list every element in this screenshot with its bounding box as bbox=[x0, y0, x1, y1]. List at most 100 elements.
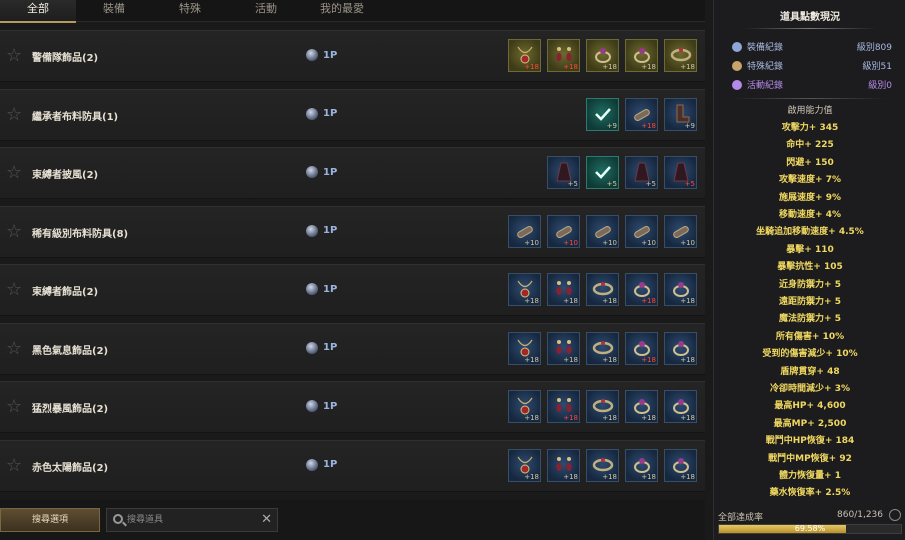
record-name: 特殊紀錄 bbox=[747, 62, 784, 72]
item-slot-ring[interactable]: +18 bbox=[625, 448, 658, 482]
favorite-star-icon[interactable]: ☆ bbox=[6, 105, 24, 124]
item-slot-cloak[interactable]: +5 bbox=[625, 156, 658, 189]
record-item[interactable]: 特殊紀錄 級別51 bbox=[732, 59, 892, 72]
collection-title: 束縛者飾品(2) bbox=[32, 287, 99, 298]
record-name: 裝備紀錄 bbox=[747, 43, 784, 53]
record-item[interactable]: 裝備紀錄 級別809 bbox=[732, 40, 892, 53]
stat-line: 最高MP+ 2,500 bbox=[773, 418, 847, 429]
points-value: 1P bbox=[323, 342, 338, 353]
stat-line: 盾牌貫穿+ 48 bbox=[780, 366, 840, 377]
item-slots: +9 +18 +9 bbox=[580, 97, 697, 131]
stat-line: 戰鬥中HP恢復+ 184 bbox=[765, 436, 855, 447]
item-slot-glove[interactable]: +10 bbox=[547, 214, 580, 248]
item-slot-earring[interactable]: +18 bbox=[547, 390, 580, 423]
stat-line: 所有傷害+ 10% bbox=[775, 331, 845, 342]
item-slot-ring[interactable]: +18 bbox=[625, 39, 658, 72]
collection-row[interactable]: ☆ 束縛者飾品(2) 1P +18 +18 +18 +18 +18 bbox=[0, 264, 705, 316]
tab-4[interactable]: 我的最愛 bbox=[304, 0, 380, 21]
item-slot-necklace[interactable]: +18 bbox=[508, 39, 541, 72]
enhance-level: +18 bbox=[602, 414, 617, 422]
item-slot-glove[interactable]: +10 bbox=[586, 214, 619, 248]
item-slot-cloak[interactable]: +5 bbox=[664, 156, 697, 189]
collection-row[interactable]: ☆ 猛烈暴風飾品(2) 1P +18 +18 +18 +18 +18 bbox=[0, 381, 705, 433]
favorite-star-icon[interactable]: ☆ bbox=[6, 398, 24, 416]
item-slot-boots[interactable]: +9 bbox=[664, 97, 697, 131]
item-slot-bracelet[interactable]: +18 bbox=[586, 390, 619, 423]
item-slot-ring[interactable]: +18 bbox=[664, 448, 697, 482]
item-slot-ring[interactable]: +18 bbox=[586, 39, 619, 72]
record-icon bbox=[732, 79, 742, 90]
item-slot-glove[interactable]: +10 bbox=[508, 214, 541, 248]
item-slot-glove[interactable]: +18 bbox=[625, 97, 658, 131]
points-value: 1P bbox=[323, 108, 338, 119]
item-slot-bracelet[interactable]: +18 bbox=[586, 448, 619, 482]
collection-title: 繼承者布料防具(1) bbox=[32, 111, 119, 123]
item-slot-necklace[interactable]: +18 bbox=[508, 273, 541, 306]
collection-row[interactable]: ☆ 稀有級別布料防具(8) 1P +10 +10 +10 +10 +10 bbox=[0, 205, 705, 258]
item-slot-earring[interactable]: +18 bbox=[547, 448, 580, 482]
collection-row[interactable]: ☆ 赤色太陽飾品(2) 1P +18 +18 +18 +18 +18 bbox=[0, 439, 705, 492]
item-slot-necklace[interactable]: +18 bbox=[508, 331, 541, 365]
favorite-star-icon[interactable]: ☆ bbox=[6, 281, 24, 299]
point-icon bbox=[306, 49, 318, 61]
item-slots: +5 +5 +5 +5 bbox=[541, 156, 697, 189]
zoom-icon[interactable] bbox=[889, 509, 901, 521]
item-slot-ring[interactable]: +18 bbox=[664, 390, 697, 423]
collection-row[interactable]: ☆ 黑色氣息飾品(2) 1P +18 +18 +18 +18 +18 bbox=[0, 322, 705, 375]
point-icon bbox=[306, 400, 318, 412]
record-icon bbox=[732, 60, 742, 71]
item-slot-cloak[interactable]: +5 bbox=[547, 156, 580, 189]
tab-0[interactable]: 全部 bbox=[0, 0, 76, 23]
item-slot-earring[interactable]: +18 bbox=[547, 331, 580, 365]
search-options-button[interactable]: 搜尋選項 bbox=[0, 508, 100, 532]
item-slot-ring[interactable]: +18 bbox=[625, 390, 658, 423]
collection-title: 警備隊飾品(2) bbox=[32, 53, 99, 64]
total-value: 860/1,236 bbox=[837, 510, 883, 520]
item-slot-glove[interactable]: +10 bbox=[625, 214, 658, 248]
ability-divider bbox=[734, 98, 886, 99]
item-slot-earring[interactable]: +18 bbox=[547, 273, 580, 306]
enhance-level: +5 bbox=[684, 180, 695, 188]
record-item[interactable]: 活動紀錄 級別0 bbox=[732, 78, 892, 91]
collection-row[interactable]: ☆ 警備隊飾品(2) 1P +18 +18 +18 +18 +18 bbox=[0, 30, 705, 82]
collection-row[interactable]: ☆ 束縛者披風(2) 1P +5 +5 +5 +5 bbox=[0, 147, 705, 199]
search-input[interactable] bbox=[127, 512, 257, 528]
tab-2[interactable]: 特殊 bbox=[152, 0, 228, 21]
enhance-level: +9 bbox=[684, 121, 695, 130]
item-slot-bracelet[interactable]: +18 bbox=[586, 273, 619, 306]
collection-points: 1P bbox=[306, 166, 337, 178]
item-slot-ring[interactable]: +18 bbox=[625, 273, 658, 306]
collection-points: 1P bbox=[306, 400, 337, 412]
item-slots: +18 +18 +18 +18 +18 bbox=[502, 448, 697, 482]
favorite-star-icon[interactable]: ☆ bbox=[6, 222, 24, 241]
collection-row[interactable]: ☆ 繼承者布料防具(1) 1P +9 +18 +9 bbox=[0, 88, 705, 141]
tab-1[interactable]: 裝備 bbox=[76, 0, 152, 21]
item-slot-ring[interactable]: +18 bbox=[664, 331, 697, 365]
search-icon bbox=[113, 514, 123, 524]
points-value: 1P bbox=[323, 459, 338, 470]
item-slot-necklace[interactable]: +18 bbox=[508, 448, 541, 482]
points-value: 1P bbox=[323, 225, 338, 236]
search-box[interactable]: ✕ bbox=[106, 508, 278, 532]
tab-3[interactable]: 活動 bbox=[228, 0, 304, 21]
favorite-star-icon[interactable]: ☆ bbox=[6, 456, 24, 475]
enhance-level: +18 bbox=[641, 355, 656, 364]
item-slot-necklace[interactable]: +18 bbox=[508, 390, 541, 423]
item-slot-glove[interactable]: +10 bbox=[664, 214, 697, 248]
item-slot-ring[interactable]: +18 bbox=[664, 273, 697, 306]
enhance-level: +18 bbox=[563, 355, 578, 364]
favorite-star-icon[interactable]: ☆ bbox=[6, 47, 24, 65]
stat-line: 體力恢復量+ 1 bbox=[779, 471, 841, 481]
item-slot-bracelet[interactable]: +18 bbox=[664, 39, 697, 72]
item-slot-ring[interactable]: +18 bbox=[625, 331, 658, 365]
stat-line: 魔法防禦力+ 5 bbox=[779, 314, 841, 325]
item-slot-check[interactable]: +5 bbox=[586, 156, 619, 189]
item-slot-bracelet[interactable]: +18 bbox=[586, 331, 619, 365]
points-value: 1P bbox=[323, 283, 338, 295]
item-slot-check[interactable]: +9 bbox=[586, 97, 619, 131]
item-slot-earring[interactable]: +18 bbox=[547, 39, 580, 72]
clear-icon[interactable]: ✕ bbox=[261, 511, 272, 529]
favorite-star-icon[interactable]: ☆ bbox=[6, 164, 24, 182]
favorite-star-icon[interactable]: ☆ bbox=[6, 339, 24, 358]
point-icon bbox=[306, 224, 318, 237]
